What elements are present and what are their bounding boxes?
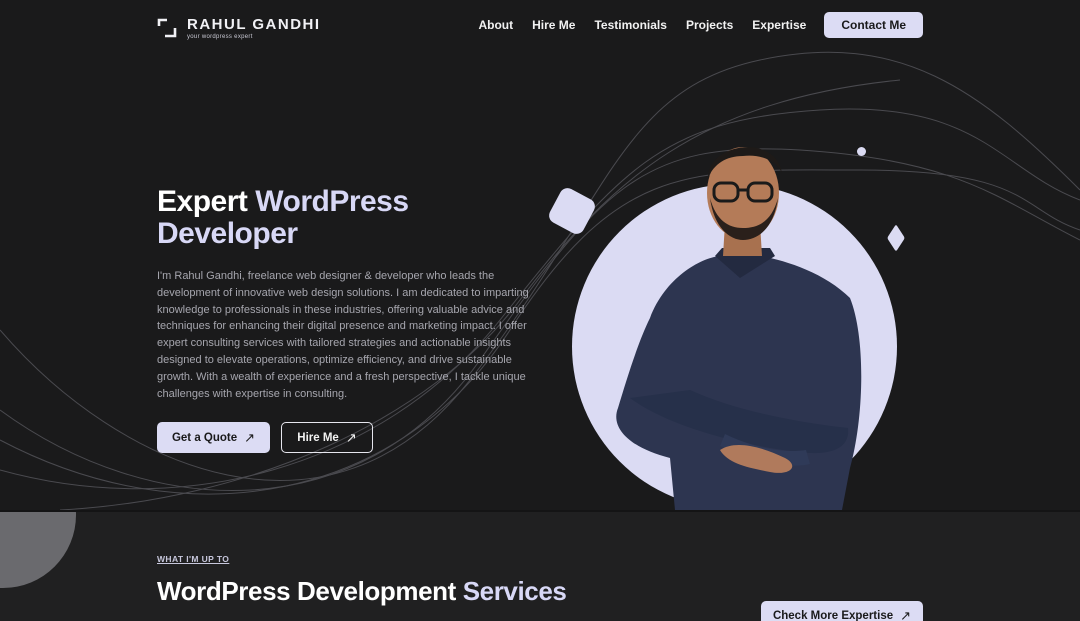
hero-title: Expert WordPress Developer [157, 186, 409, 250]
services-section: WHAT I'M UP TO WordPress Development Ser… [0, 510, 1080, 621]
hire-me-button[interactable]: Hire Me ↗ [281, 422, 373, 453]
brand-logo[interactable]: RAHUL GANDHI your wordpress expert [157, 17, 321, 40]
hero-title-accent: WordPress [255, 185, 409, 218]
brand-name: RAHUL GANDHI [187, 16, 321, 33]
contact-me-button[interactable]: Contact Me [824, 12, 923, 38]
section-title-part1: WordPress Development [157, 576, 463, 606]
hire-me-label: Hire Me [297, 431, 339, 444]
nav-item-testimonials[interactable]: Testimonials [594, 18, 666, 32]
section-title: WordPress Development Services [157, 576, 567, 607]
nav-item-about[interactable]: About [478, 18, 513, 32]
main-nav: About Hire Me Testimonials Projects Expe… [459, 12, 923, 38]
hero-description: I'm Rahul Gandhi, freelance web designer… [157, 270, 529, 400]
hero-section: RAHUL GANDHI your wordpress expert About… [0, 0, 1080, 510]
logo-mark-icon [157, 18, 177, 38]
arrow-up-right-icon: ↗ [345, 429, 357, 445]
check-more-expertise-button[interactable]: Check More Expertise ↗ [761, 601, 923, 621]
portrait-photo [616, 147, 862, 510]
get-a-quote-label: Get a Quote [171, 431, 238, 444]
nav-item-expertise[interactable]: Expertise [752, 18, 806, 32]
hero-title-part1: Expert [157, 185, 256, 218]
nav-item-hire-me[interactable]: Hire Me [532, 18, 575, 32]
get-a-quote-button[interactable]: Get a Quote ↗ [157, 422, 270, 453]
section-eyebrow: WHAT I'M UP TO [157, 554, 230, 564]
decorative-blob [0, 512, 76, 588]
arrow-up-right-icon: ↗ [244, 429, 256, 445]
brand-tagline: your wordpress expert [187, 34, 253, 40]
section-title-accent: Services [462, 576, 567, 606]
hero-title-part2: Developer [157, 217, 298, 250]
nav-item-projects[interactable]: Projects [686, 18, 733, 32]
check-more-expertise-label: Check More Expertise [772, 610, 894, 621]
arrow-up-right-icon: ↗ [900, 608, 912, 621]
